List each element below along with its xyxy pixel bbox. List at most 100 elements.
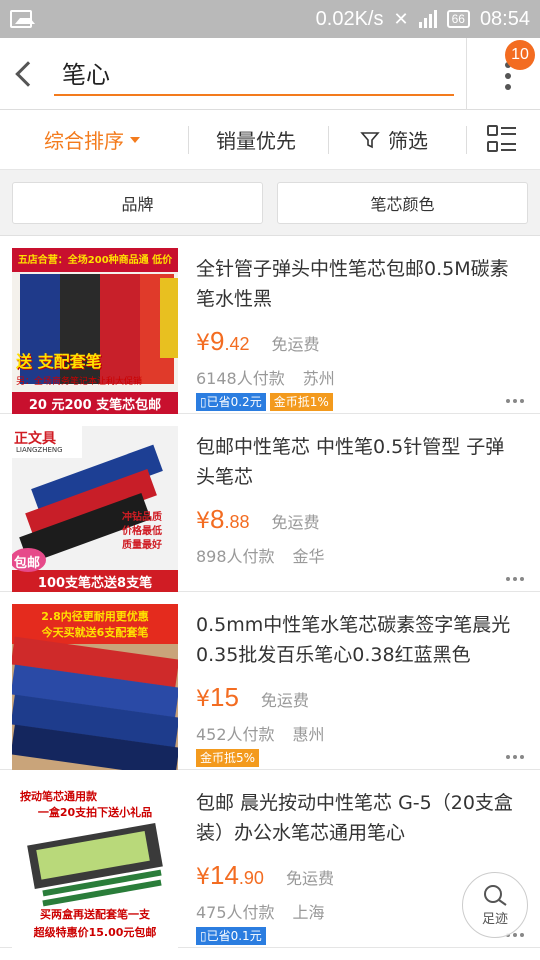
divider [466, 126, 467, 154]
product-image-graphic [12, 248, 178, 414]
product-info: 全针管子弹头中性笔芯包邮0.5M碳素笔水性黑 ¥ 9 .42 免运费 6148人… [196, 254, 522, 411]
shipping-label: 免运费 [271, 335, 320, 354]
product-item[interactable]: 正文具 LIANGZHENG 冲钻品质 价格最低 质量最好 包邮 100支笔芯送… [0, 414, 540, 592]
refill-color-filter-chip[interactable]: 笔芯颜色 [277, 181, 528, 224]
location: 金华 [292, 547, 325, 566]
price-row: ¥ 9 .42 免运费 [196, 326, 522, 357]
saving-tag: ▯已省0.2元 [196, 393, 266, 411]
list-view-icon[interactable] [486, 124, 518, 154]
product-title[interactable]: 包邮中性笔芯 中性笔0.5针管型 子弹头笔芯 [196, 432, 522, 492]
promo-tags: 金币抵5% [196, 749, 522, 767]
location: 上海 [292, 903, 325, 922]
meta-row: 898人付款 金华 [196, 543, 522, 567]
price-decimal: .88 [224, 512, 250, 532]
buyer-count: 898人付款 [196, 547, 275, 566]
network-speed: 0.02K/s [315, 7, 384, 30]
image-caption: 冲钻品质 [122, 512, 162, 523]
price-integer: 14 [210, 860, 239, 890]
image-caption: 正文具 [14, 431, 56, 447]
product-title[interactable]: 全针管子弹头中性笔芯包邮0.5M碳素笔水性黑 [196, 254, 522, 314]
clock: 08:54 [479, 7, 530, 30]
image-caption: 包邮 [14, 556, 41, 571]
sort-sales-tab[interactable]: 销量优先 [216, 110, 296, 170]
location: 惠州 [292, 725, 325, 744]
more-options-icon[interactable] [506, 577, 524, 581]
saving-tag-label: 已省0.2元 [206, 395, 262, 409]
price-integer: 8 [210, 504, 225, 534]
image-caption: 100支笔芯送8支笔 [37, 576, 153, 591]
buyer-count: 475人付款 [196, 903, 275, 922]
image-caption: 买两盒再送配套笔一支 [40, 908, 150, 921]
image-caption: 20 元200 支笔芯包邮 [28, 398, 162, 413]
price-currency: ¥ [196, 331, 210, 356]
product-title[interactable]: 包邮 晨光按动中性笔芯 G-5（20支盒装）办公水笔芯通用笔心 [196, 788, 522, 848]
more-options-icon[interactable] [506, 755, 524, 759]
search-input[interactable]: 笔心 [54, 52, 454, 96]
sort-bar: 综合排序 销量优先 筛选 [0, 110, 540, 170]
battery-icon: 66 [446, 10, 470, 28]
footprint-icon [484, 884, 507, 906]
more-options-icon[interactable] [506, 399, 524, 403]
divider [188, 126, 189, 154]
price-decimal: .90 [238, 868, 264, 888]
status-bar: 0.02K/s ✕ 66 08:54 [0, 0, 540, 38]
location: 苏州 [302, 369, 335, 388]
search-header: 笔心 10 [0, 38, 540, 110]
price-currency: ¥ [196, 687, 210, 712]
shipping-label: 免运费 [271, 513, 320, 532]
dot-icon [505, 73, 511, 79]
coin-tag: 金币抵1% [269, 393, 333, 411]
price-currency: ¥ [196, 509, 210, 534]
dot-icon [505, 84, 511, 90]
meta-row: 6148人付款 苏州 [196, 365, 522, 389]
image-caption: 按动笔芯通用款 [20, 790, 97, 803]
divider [466, 38, 467, 110]
mute-icon: ✕ [393, 8, 409, 29]
product-image: 按动笔芯通用款 一盒20支拍下送小礼品 买两盒再送配套笔一支 超级特惠价15.0… [12, 782, 178, 948]
image-caption: 质量最好 [122, 540, 162, 551]
product-image: 正文具 LIANGZHENG 冲钻品质 价格最低 质量最好 包邮 100支笔芯送… [12, 426, 178, 592]
back-button[interactable] [0, 38, 48, 110]
image-caption: 五店合营：全场200种商品通 低价 [17, 255, 173, 266]
meta-row: 452人付款 惠州 [196, 721, 522, 745]
signal-icon [418, 10, 437, 28]
product-info: 包邮中性笔芯 中性笔0.5针管型 子弹头笔芯 ¥ 8 .88 免运费 898人付… [196, 432, 522, 567]
image-caption: 另：全场商务笔记本让利大促销 [16, 377, 143, 387]
gallery-icon [10, 10, 35, 28]
product-info: 0.5mm中性笔水笔芯碳素签字笔晨光0.35批发百乐笔心0.38红蓝黑色 ¥ 1… [196, 610, 522, 767]
saving-tag: ▯已省0.1元 [196, 927, 266, 945]
caret-down-icon [130, 136, 140, 143]
image-caption: 今天买就送6支配套笔 [41, 626, 149, 639]
brand-filter-chip[interactable]: 品牌 [12, 181, 263, 224]
sort-comprehensive-tab[interactable]: 综合排序 [44, 110, 140, 170]
buyer-count: 452人付款 [196, 725, 275, 744]
product-image: 2.8内径更耐用更优惠 今天买就送6支配套笔 [12, 604, 178, 770]
divider [328, 126, 329, 154]
saving-tag-label: 已省0.1元 [206, 929, 262, 943]
footprint-button[interactable]: 足迹 [462, 872, 528, 938]
image-caption: 2.8内径更耐用更优惠 [41, 610, 149, 623]
image-caption: 一盒20支拍下送小礼品 [37, 806, 153, 819]
price-row: ¥ 15 免运费 [196, 682, 522, 713]
image-caption: 价格最低 [122, 526, 162, 537]
notification-badge: 10 [505, 40, 535, 70]
product-item[interactable]: 按动笔芯通用款 一盒20支拍下送小礼品 买两盒再送配套笔一支 超级特惠价15.0… [0, 770, 540, 948]
product-title[interactable]: 0.5mm中性笔水笔芯碳素签字笔晨光0.35批发百乐笔心0.38红蓝黑色 [196, 610, 522, 670]
product-item[interactable]: 2.8内径更耐用更优惠 今天买就送6支配套笔 0.5mm中性笔水笔芯碳素签字笔晨… [0, 592, 540, 770]
buyer-count: 6148人付款 [196, 369, 285, 388]
sort-sales-label: 销量优先 [216, 129, 296, 153]
product-item[interactable]: 五店合营：全场200种商品通 低价 送 支配套笔 另：全场商务笔记本让利大促销 … [0, 236, 540, 414]
filter-label: 筛选 [388, 129, 428, 153]
shipping-label: 免运费 [285, 869, 334, 888]
filter-button[interactable]: 筛选 [360, 110, 428, 170]
filter-chips: 品牌 笔芯颜色 [0, 170, 540, 236]
coin-tag: 金币抵5% [196, 749, 260, 767]
price-currency: ¥ [196, 865, 210, 890]
image-caption: 送 支配套笔 [16, 352, 102, 371]
price-decimal: .42 [224, 334, 250, 354]
footprint-label: 足迹 [481, 911, 508, 927]
chevron-left-icon [15, 60, 41, 87]
filter-icon [360, 131, 380, 148]
image-caption: LIANGZHENG [16, 446, 63, 454]
image-caption: 超级特惠价15.00元包邮 [33, 926, 157, 939]
